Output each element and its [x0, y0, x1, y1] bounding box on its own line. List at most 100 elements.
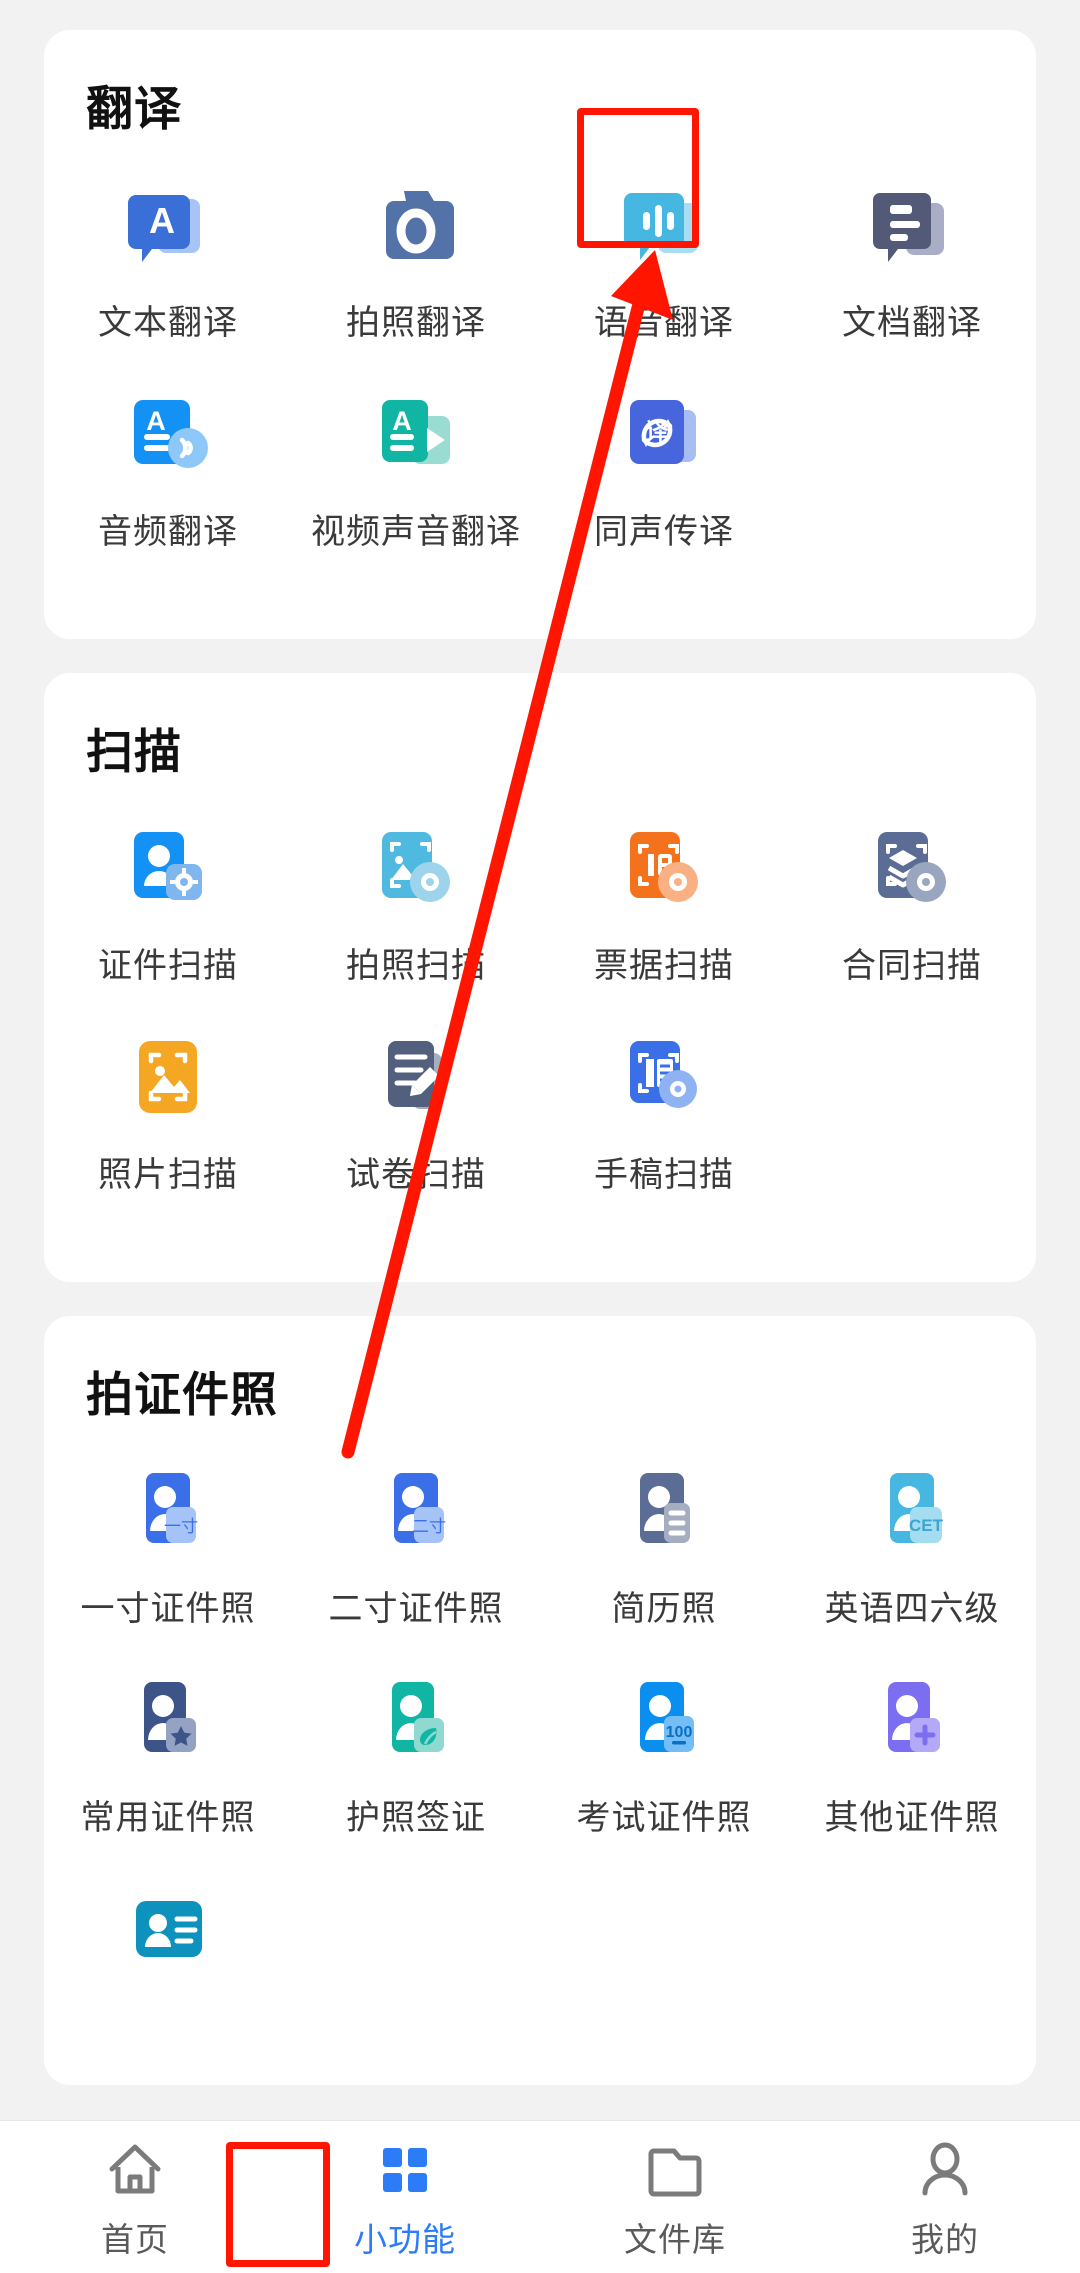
feature-label: 简历照	[611, 1590, 717, 1628]
feature-contract-scan[interactable]: 合同扫描	[788, 820, 1036, 987]
person-icon	[910, 2133, 980, 2207]
svg-text:译: 译	[646, 418, 670, 444]
feature-label: 拍照扫描	[346, 947, 486, 985]
feature-label: 英语四六级	[824, 1590, 1000, 1628]
grid-spacer	[788, 386, 1036, 553]
feature-label: 文本翻译	[98, 304, 238, 342]
cet-photo-icon: CET	[864, 1463, 960, 1559]
id-card-photo-icon	[120, 1881, 216, 1977]
feature-audio-translate[interactable]: A 音频翻译	[44, 386, 292, 553]
document-translate-icon	[864, 177, 960, 273]
video-audio-translate-icon: A	[368, 386, 464, 482]
svg-text:A: A	[146, 406, 166, 436]
feature-label: 拍照翻译	[346, 304, 486, 342]
feature-document-translate[interactable]: 文档翻译	[788, 177, 1036, 344]
text-translate-icon: A	[120, 177, 216, 273]
feature-resume-photo[interactable]: 简历照	[540, 1463, 788, 1630]
passport-visa-photo-icon	[368, 1672, 464, 1768]
exam-paper-scan-icon	[368, 1029, 464, 1125]
feature-label: 音频翻译	[98, 513, 238, 551]
receipt-scan-icon	[616, 820, 712, 916]
feature-video-audio-translate[interactable]: A 视频声音翻译	[292, 386, 540, 553]
tab-mini-functions[interactable]: 小功能	[270, 2121, 540, 2273]
svg-text:二寸: 二寸	[412, 1517, 446, 1536]
audio-translate-icon: A	[120, 386, 216, 482]
svg-text:一寸: 一寸	[164, 1517, 198, 1536]
feature-common-photo[interactable]: 常用证件照	[44, 1672, 292, 1839]
tab-label: 小功能	[354, 2221, 456, 2258]
svg-text:100: 100	[666, 1724, 693, 1741]
feature-one-inch-photo[interactable]: 一寸 一寸证件照	[44, 1463, 292, 1630]
feature-photo-scan[interactable]: 拍照扫描	[292, 820, 540, 987]
section-title-translate: 翻译	[86, 82, 182, 135]
home-icon	[100, 2133, 170, 2207]
feature-label: 文档翻译	[842, 304, 982, 342]
feature-passport-visa-photo[interactable]: 护照签证	[292, 1672, 540, 1839]
section-title-scan: 扫描	[86, 725, 182, 778]
feature-label: 护照签证	[346, 1799, 486, 1837]
grid-apps-icon	[370, 2133, 440, 2207]
tab-label: 首页	[101, 2221, 169, 2258]
svg-text:A: A	[392, 406, 412, 436]
feature-label: 照片扫描	[98, 1156, 238, 1194]
id-photo-section-card: 拍证件照 一寸 一寸证件照 二寸 二寸证件照 简历照 CET 英语四六级 常用证…	[44, 1316, 1036, 2085]
tab-file-library[interactable]: 文件库	[540, 2121, 810, 2273]
one-inch-photo-icon: 一寸	[120, 1463, 216, 1559]
feature-id-scan[interactable]: 证件扫描	[44, 820, 292, 987]
feature-picture-scan[interactable]: 照片扫描	[44, 1029, 292, 1196]
feature-label: 其他证件照	[824, 1799, 1000, 1837]
tab-label: 我的	[911, 2221, 979, 2258]
feature-label: 试卷扫描	[346, 1156, 486, 1194]
feature-label: 二寸证件照	[328, 1590, 504, 1628]
feature-label: 语音翻译	[594, 304, 734, 342]
tab-profile[interactable]: 我的	[810, 2121, 1080, 2273]
feature-label: 票据扫描	[594, 947, 734, 985]
two-inch-photo-icon: 二寸	[368, 1463, 464, 1559]
feature-label: 同声传译	[594, 513, 734, 551]
id-photo-grid: 一寸 一寸证件照 二寸 二寸证件照 简历照 CET 英语四六级 常用证件照 护照…	[44, 1463, 1036, 2041]
grid-spacer	[788, 1029, 1036, 1196]
feature-simultaneous-interpretation[interactable]: 译 同声传译	[540, 386, 788, 553]
contract-scan-icon	[864, 820, 960, 916]
feature-manuscript-scan[interactable]: 手稿扫描	[540, 1029, 788, 1196]
section-title-id-photo: 拍证件照	[86, 1368, 278, 1421]
app-screen: 翻译 A 文本翻译 拍照翻译 语音翻译 文档翻译 A 音频翻译 A 视频声音翻译…	[0, 0, 1080, 2273]
resume-photo-icon	[616, 1463, 712, 1559]
feature-label: 证件扫描	[98, 947, 238, 985]
other-photo-icon	[864, 1672, 960, 1768]
id-scan-icon	[120, 820, 216, 916]
feature-exam-photo[interactable]: 100 考试证件照	[540, 1672, 788, 1839]
translate-grid: A 文本翻译 拍照翻译 语音翻译 文档翻译 A 音频翻译 A 视频声音翻译 译 …	[44, 177, 1036, 595]
feature-text-translate[interactable]: A 文本翻译	[44, 177, 292, 344]
feature-label: 常用证件照	[80, 1799, 256, 1837]
feature-other-photo[interactable]: 其他证件照	[788, 1672, 1036, 1839]
manuscript-scan-icon	[616, 1029, 712, 1125]
bottom-tab-bar: 首页 小功能 文件库 我的	[0, 2120, 1080, 2273]
feature-two-inch-photo[interactable]: 二寸 二寸证件照	[292, 1463, 540, 1630]
camera-translate-icon	[368, 177, 464, 273]
feature-receipt-scan[interactable]: 票据扫描	[540, 820, 788, 987]
feature-cet-photo[interactable]: CET 英语四六级	[788, 1463, 1036, 1630]
scrollable-content[interactable]: 翻译 A 文本翻译 拍照翻译 语音翻译 文档翻译 A 音频翻译 A 视频声音翻译…	[0, 0, 1080, 2120]
folder-icon	[640, 2133, 710, 2207]
feature-exam-paper-scan[interactable]: 试卷扫描	[292, 1029, 540, 1196]
tab-label: 文件库	[624, 2221, 726, 2258]
feature-label: 合同扫描	[842, 947, 982, 985]
feature-label: 一寸证件照	[80, 1590, 256, 1628]
svg-text:A: A	[149, 200, 175, 241]
svg-text:CET: CET	[909, 1516, 944, 1535]
translate-section-card: 翻译 A 文本翻译 拍照翻译 语音翻译 文档翻译 A 音频翻译 A 视频声音翻译…	[44, 30, 1036, 639]
photo-scan-icon	[368, 820, 464, 916]
scan-section-card: 扫描 证件扫描 拍照扫描 票据扫描 合同扫描 照片扫描 试卷扫描 手稿扫描	[44, 673, 1036, 1282]
simultaneous-interpretation-icon: 译	[616, 386, 712, 482]
feature-voice-translate[interactable]: 语音翻译	[540, 177, 788, 344]
exam-photo-icon: 100	[616, 1672, 712, 1768]
picture-scan-icon	[120, 1029, 216, 1125]
feature-camera-translate[interactable]: 拍照翻译	[292, 177, 540, 344]
feature-label: 视频声音翻译	[311, 513, 521, 551]
common-photo-icon	[120, 1672, 216, 1768]
tab-home[interactable]: 首页	[0, 2121, 270, 2273]
feature-id-card-photo[interactable]	[44, 1881, 292, 1999]
feature-label: 手稿扫描	[594, 1156, 734, 1194]
feature-label: 考试证件照	[576, 1799, 752, 1837]
